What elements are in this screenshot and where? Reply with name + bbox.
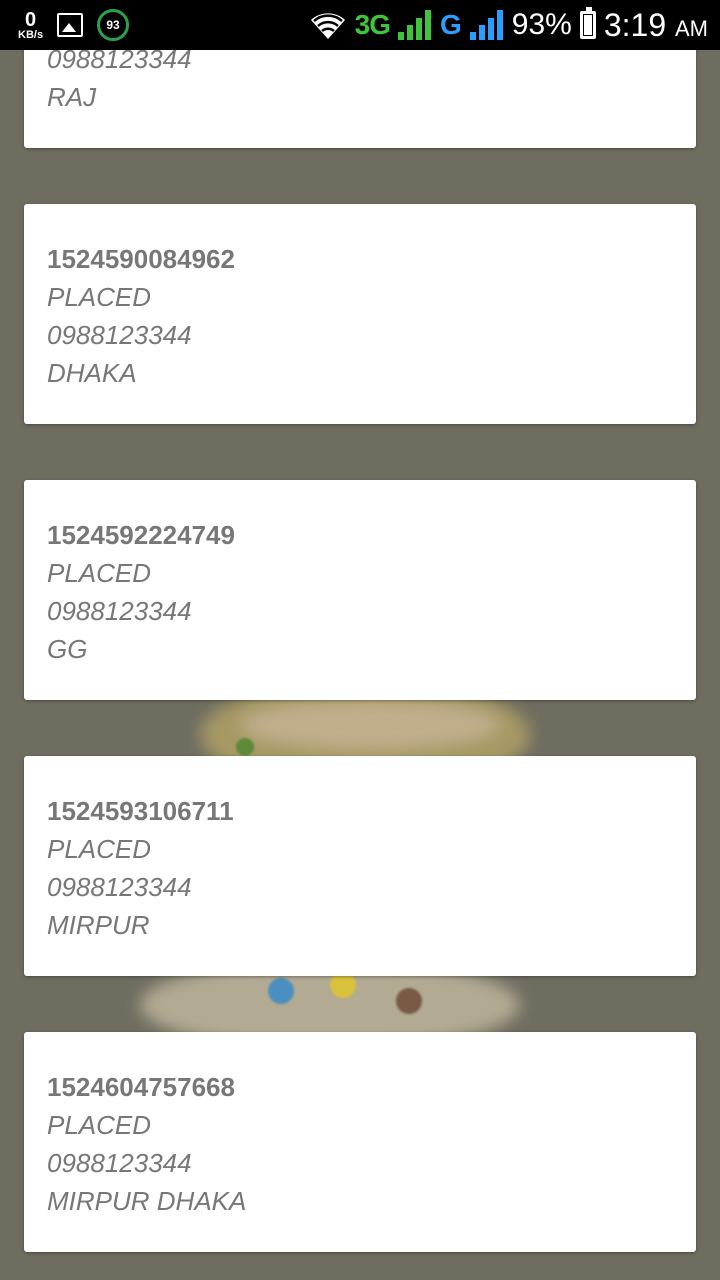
status-bar: 0 KB/s 93 3G G 93% 3:19 AM (0, 0, 720, 50)
clock-time: 3:19 (603, 6, 667, 43)
order-id: 1524590084962 (47, 244, 235, 274)
order-status: PLACED (47, 282, 152, 312)
order-id: 1524604757668 (47, 1072, 235, 1102)
network-type-g: G (440, 9, 462, 40)
order-card[interactable]: 1524593106711 PLACED 0988123344 MIRPUR (24, 756, 696, 976)
order-address: GG (47, 634, 88, 664)
clock: 3:19 AM (604, 7, 708, 44)
battery-saver-icon: 93 (97, 9, 130, 41)
order-status: PLACED (47, 558, 152, 588)
order-address: MIRPUR (47, 910, 150, 940)
order-phone: 0988123344 (47, 1148, 192, 1178)
battery-icon (579, 7, 596, 39)
network-speed: 0 KB/s (18, 10, 43, 41)
order-address: MIRPUR DHAKA (47, 1186, 247, 1216)
order-card[interactable]: 1524590084962 PLACED 0988123344 DHAKA (24, 204, 696, 424)
order-address: RAJ (47, 82, 97, 112)
order-id: 1524592224749 (47, 520, 235, 550)
battery-saver-level: 93 (106, 18, 120, 32)
order-phone: 0988123344 (47, 872, 192, 902)
clock-ampm: AM (675, 15, 708, 41)
battery-percent: 93% (511, 8, 572, 41)
order-card[interactable]: 1524604757668 PLACED 0988123344 MIRPUR D… (24, 1032, 696, 1252)
order-phone: 0988123344 (47, 320, 192, 350)
network-speed-unit: KB/s (18, 28, 44, 41)
network-type-3g: 3G (354, 9, 391, 40)
gallery-icon (57, 13, 84, 37)
order-phone: 0988123344 (47, 596, 192, 626)
order-card[interactable]: 1524592224749 PLACED 0988123344 GG (24, 480, 696, 700)
network-speed-value: 0 (24, 8, 37, 31)
order-address: DHAKA (47, 358, 137, 388)
order-status: PLACED (47, 834, 152, 864)
order-id: 1524593106711 (47, 796, 234, 826)
signal-strength-icon (469, 10, 503, 40)
signal-strength-icon (398, 10, 431, 40)
order-status: PLACED (47, 1110, 152, 1140)
wifi-icon (310, 13, 345, 39)
